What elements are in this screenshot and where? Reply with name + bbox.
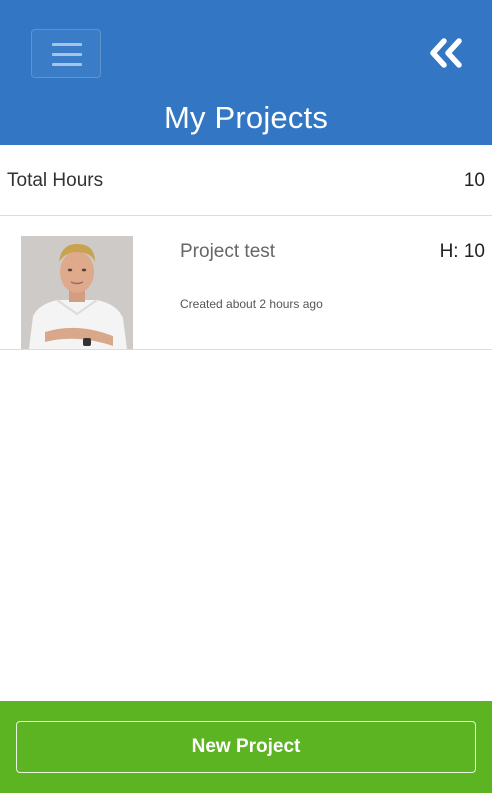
app: My Projects Total Hours 10 Project test … (0, 0, 492, 793)
footer-bar: New Project (0, 701, 492, 793)
total-hours-row: Total Hours 10 (0, 145, 492, 216)
menu-icon-bar (52, 53, 82, 56)
header-bar: My Projects (0, 0, 492, 145)
menu-icon-bar (52, 63, 82, 66)
total-hours-value: 10 (463, 170, 485, 191)
total-hours-label: Total Hours (7, 170, 104, 191)
back-button[interactable] (428, 38, 466, 68)
new-project-button[interactable]: New Project (16, 721, 476, 773)
menu-icon-bar (52, 43, 82, 46)
page-title: My Projects (163, 100, 329, 135)
project-thumbnail (21, 236, 133, 349)
project-name: Project test (180, 241, 276, 262)
project-created-time: Created about 2 hours ago (180, 297, 323, 311)
user-photo (21, 236, 133, 349)
project-hours: H: 10 (439, 241, 485, 262)
double-chevron-left-icon (430, 38, 462, 68)
project-list-item[interactable]: Project test H: 10 Created about 2 hours… (0, 216, 492, 350)
menu-button[interactable] (31, 29, 101, 78)
